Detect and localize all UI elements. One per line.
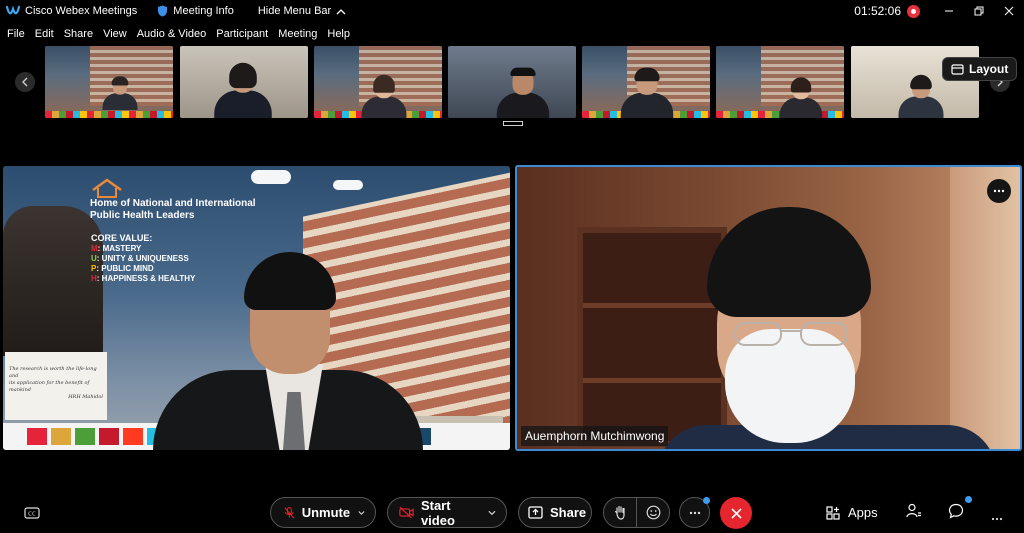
hide-menu-bar-label: Hide Menu Bar <box>257 5 332 17</box>
svg-text:CC: CC <box>28 512 36 518</box>
start-video-label: Start video <box>420 497 455 528</box>
shield-icon <box>158 5 168 17</box>
minimize-icon <box>945 10 953 12</box>
layout-label: Layout <box>969 62 1009 76</box>
notification-dot <box>703 497 710 504</box>
menu-share[interactable]: Share <box>64 28 93 40</box>
menu-audio-video[interactable]: Audio & Video <box>137 28 207 40</box>
title-bar: Cisco Webex Meetings Meeting Info Hide M… <box>0 0 1024 22</box>
unmute-label: Unmute <box>301 505 351 520</box>
video-tile-presenter[interactable]: The research is worth the life-long and … <box>3 166 510 450</box>
quote-note: The research is worth the life-long and … <box>5 352 107 420</box>
more-panels-button[interactable] <box>991 508 1003 526</box>
menu-edit[interactable]: Edit <box>35 28 54 40</box>
apps-button[interactable]: Apps <box>826 505 878 520</box>
minimize-button[interactable] <box>934 0 964 22</box>
chevron-left-icon <box>22 77 28 87</box>
slide-title: Home of National and International Publi… <box>90 198 256 221</box>
meeting-timer: 01:52:06 <box>854 4 901 18</box>
house-icon <box>92 178 122 198</box>
app-title: Cisco Webex Meetings <box>25 5 138 17</box>
filmstrip-prev-button[interactable] <box>15 72 35 92</box>
share-button[interactable]: Share <box>518 497 592 528</box>
chat-notification-dot <box>965 496 972 503</box>
restore-icon <box>974 6 984 16</box>
participant-thumbnail[interactable] <box>716 46 844 118</box>
meeting-controls-bar: CC Unmute Start video Share Apps <box>0 494 1024 530</box>
menu-bar: File Edit Share View Audio & Video Parti… <box>0 24 353 44</box>
apps-icon <box>826 505 840 520</box>
participant-filmstrip <box>0 46 1024 130</box>
more-icon <box>993 189 1005 193</box>
apps-label: Apps <box>848 505 878 520</box>
layout-icon <box>951 63 964 75</box>
start-video-button[interactable]: Start video <box>387 497 507 528</box>
video-tile-active-speaker[interactable]: Auemphorn Mutchimwong <box>515 165 1022 451</box>
meeting-info-label: Meeting Info <box>173 5 234 17</box>
chat-button[interactable] <box>948 503 964 524</box>
participants-button[interactable] <box>906 503 922 524</box>
hide-menu-bar-button[interactable]: Hide Menu Bar <box>258 5 346 17</box>
closed-captions-button[interactable]: CC <box>24 506 40 524</box>
participant-thumbnail[interactable] <box>582 46 710 118</box>
chat-icon <box>948 503 964 519</box>
raise-hand-button[interactable] <box>603 497 637 528</box>
camera-off-icon <box>399 506 414 519</box>
menu-view[interactable]: View <box>103 28 127 40</box>
chevron-down-icon[interactable] <box>488 510 496 516</box>
close-icon <box>1004 6 1014 16</box>
share-screen-icon <box>528 506 543 519</box>
reactions-button[interactable] <box>636 497 670 528</box>
menu-participant[interactable]: Participant <box>216 28 268 40</box>
recording-indicator-icon[interactable] <box>907 4 920 18</box>
participant-thumbnail-selected[interactable] <box>448 46 576 118</box>
chevron-down-icon[interactable] <box>358 510 365 516</box>
active-speaker-figure <box>657 207 997 449</box>
participant-thumbnail[interactable] <box>314 46 442 118</box>
more-icon <box>991 517 1003 521</box>
unmute-button[interactable]: Unmute <box>270 497 376 528</box>
participant-thumbnail[interactable] <box>180 46 308 118</box>
closed-captions-icon: CC <box>24 507 40 519</box>
filmstrip-drag-handle[interactable] <box>503 121 523 126</box>
microphone-muted-icon <box>284 506 295 519</box>
layout-button[interactable]: Layout <box>942 57 1018 81</box>
presenter-figure <box>153 252 423 450</box>
close-window-button[interactable] <box>994 0 1024 22</box>
close-icon <box>730 507 742 519</box>
participant-thumbnail[interactable] <box>45 46 173 118</box>
speaker-name-tag: Auemphorn Mutchimwong <box>521 426 669 446</box>
raise-hand-icon <box>614 505 625 520</box>
meeting-info-button[interactable]: Meeting Info <box>157 5 234 17</box>
chevron-up-icon <box>336 8 346 14</box>
menu-help[interactable]: Help <box>327 28 350 40</box>
more-icon <box>689 511 700 514</box>
menu-file[interactable]: File <box>7 28 25 40</box>
video-tile-more-button[interactable] <box>987 179 1011 203</box>
share-label: Share <box>550 505 587 520</box>
emoji-icon <box>646 505 660 520</box>
leave-meeting-button[interactable] <box>720 497 752 529</box>
menu-meeting[interactable]: Meeting <box>278 28 317 40</box>
webex-logo-icon <box>6 5 20 15</box>
restore-button[interactable] <box>964 0 994 22</box>
participants-icon <box>906 503 921 518</box>
